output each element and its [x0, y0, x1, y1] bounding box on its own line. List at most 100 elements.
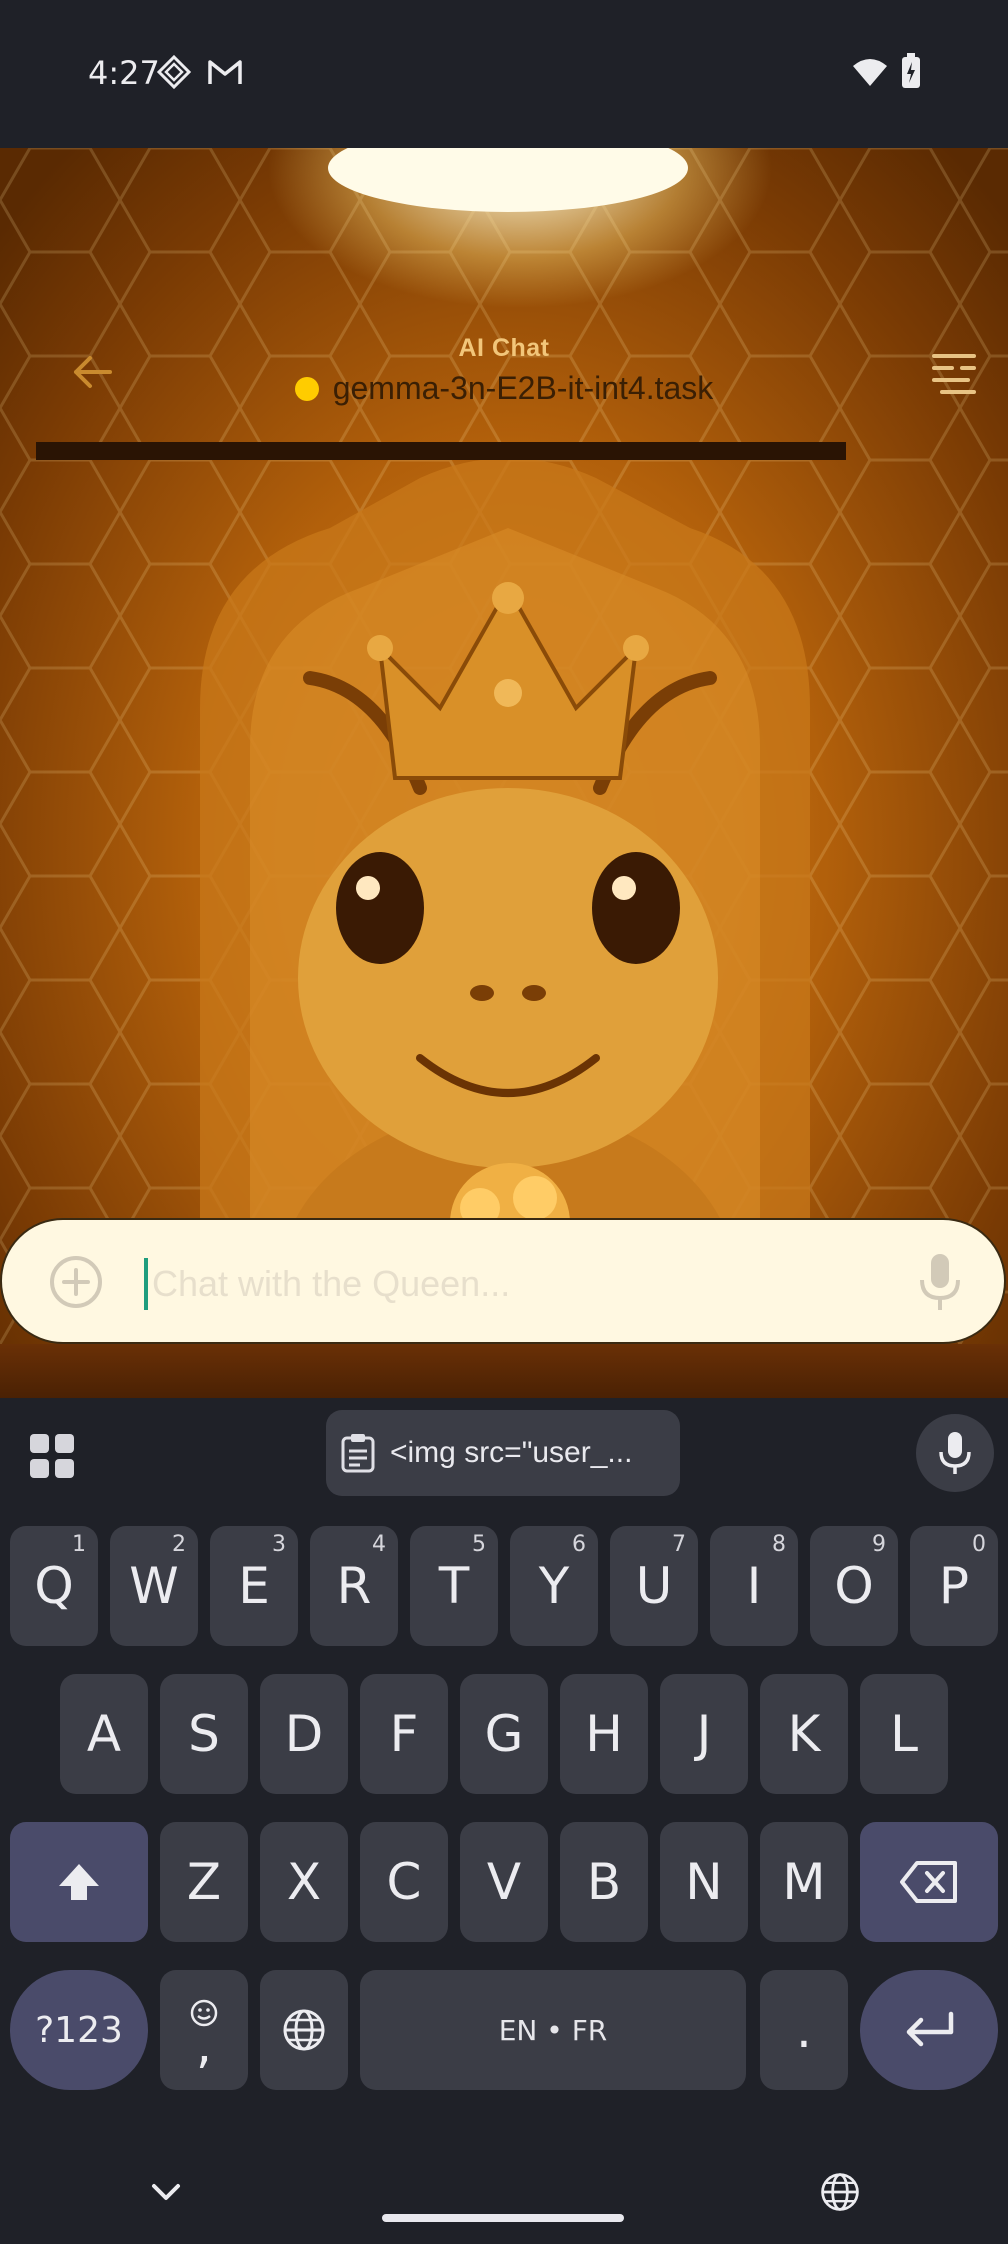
- battery-charging-icon: [900, 52, 922, 95]
- key-label: Z: [186, 1853, 222, 1911]
- key-e[interactable]: E3: [210, 1526, 298, 1646]
- key-s[interactable]: S: [160, 1674, 248, 1794]
- key-label: J: [696, 1705, 712, 1763]
- key-hint: 8: [772, 1532, 786, 1557]
- key-label: P: [938, 1557, 970, 1615]
- key-hint: 0: [972, 1532, 986, 1557]
- home-gesture-handle[interactable]: [382, 2214, 624, 2222]
- tune-settings-button[interactable]: [928, 346, 980, 398]
- key-k[interactable]: K: [760, 1674, 848, 1794]
- gmail-icon: [206, 54, 244, 95]
- key-label: S: [188, 1705, 220, 1763]
- on-screen-keyboard: <img src="user_... Q1 W2 E3 R4 T5 Y6 U7 …: [0, 1398, 1008, 2244]
- key-p[interactable]: P0: [910, 1526, 998, 1646]
- key-label: V: [486, 1853, 522, 1911]
- key-h[interactable]: H: [560, 1674, 648, 1794]
- key-z[interactable]: Z: [160, 1822, 248, 1942]
- model-selector[interactable]: gemma-3n-E2B-it-int4.task: [0, 370, 1008, 407]
- symbols-key[interactable]: ?123: [10, 1970, 148, 2090]
- key-l[interactable]: L: [860, 1674, 948, 1794]
- keyboard-apps-button[interactable]: [28, 1432, 76, 1480]
- key-label: R: [336, 1557, 372, 1615]
- key-y[interactable]: Y6: [510, 1526, 598, 1646]
- backspace-icon: [900, 1861, 957, 1903]
- text-cursor: [144, 1258, 148, 1310]
- voice-input-button[interactable]: [910, 1250, 970, 1314]
- key-hint: 5: [472, 1532, 486, 1557]
- key-hint: 3: [272, 1532, 286, 1557]
- grid-apps-icon: [30, 1434, 74, 1478]
- keyboard-voice-button[interactable]: [916, 1414, 994, 1492]
- wifi-icon: [852, 58, 888, 93]
- backspace-key[interactable]: [860, 1822, 998, 1942]
- globe-icon: [821, 2173, 859, 2211]
- key-r[interactable]: R4: [310, 1526, 398, 1646]
- background-bottom-strip: [0, 1344, 1008, 1398]
- microphone-icon: [939, 1432, 971, 1474]
- key-label: H: [585, 1705, 623, 1763]
- key-o[interactable]: O9: [810, 1526, 898, 1646]
- microphone-icon: [920, 1254, 960, 1310]
- chat-input[interactable]: [150, 1248, 894, 1320]
- key-hint: 7: [672, 1532, 686, 1557]
- key-hint: 9: [872, 1532, 886, 1557]
- key-label: ?123: [35, 2009, 123, 2051]
- key-f[interactable]: F: [360, 1674, 448, 1794]
- shift-key[interactable]: [10, 1822, 148, 1942]
- key-m[interactable]: M: [760, 1822, 848, 1942]
- key-label: C: [386, 1853, 422, 1911]
- comma-emoji-key[interactable]: ,: [160, 1970, 248, 2090]
- space-bar[interactable]: EN • FR: [360, 1970, 746, 2090]
- key-label: K: [787, 1705, 821, 1763]
- period-key[interactable]: .: [760, 1970, 848, 2090]
- key-c[interactable]: C: [360, 1822, 448, 1942]
- key-label: Y: [538, 1557, 570, 1615]
- key-q[interactable]: Q1: [10, 1526, 98, 1646]
- add-circle-icon: [50, 1256, 102, 1308]
- key-u[interactable]: U7: [610, 1526, 698, 1646]
- key-i[interactable]: I8: [710, 1526, 798, 1646]
- key-label: L: [890, 1705, 918, 1763]
- system-navigation-bar: [0, 2150, 1008, 2244]
- key-hint: 1: [72, 1532, 86, 1557]
- add-attachment-button[interactable]: [44, 1250, 108, 1314]
- loading-progress-bar: [36, 442, 846, 460]
- key-label: E: [238, 1557, 270, 1615]
- key-label: B: [586, 1853, 622, 1911]
- key-x[interactable]: X: [260, 1822, 348, 1942]
- clipboard-icon: [341, 1434, 375, 1473]
- model-status-dot: [294, 376, 319, 401]
- shift-arrow-icon: [59, 1864, 99, 1900]
- model-name: gemma-3n-E2B-it-int4.task: [332, 370, 714, 406]
- hide-keyboard-button[interactable]: [148, 2178, 184, 2213]
- space-bar-label: EN • FR: [498, 2013, 608, 2047]
- tune-settings-icon: [932, 354, 976, 394]
- key-j[interactable]: J: [660, 1674, 748, 1794]
- key-label: A: [86, 1705, 122, 1763]
- key-a[interactable]: A: [60, 1674, 148, 1794]
- key-label: U: [635, 1557, 673, 1615]
- ime-switcher-button[interactable]: [818, 2170, 862, 2219]
- key-label: G: [484, 1705, 524, 1763]
- key-hint: 2: [172, 1532, 186, 1557]
- vpn-diamond-icon: [156, 54, 192, 95]
- clipboard-suggestion-chip[interactable]: <img src="user_...: [326, 1410, 680, 1496]
- key-label: M: [782, 1853, 826, 1911]
- key-b[interactable]: B: [560, 1822, 648, 1942]
- key-hint: 4: [372, 1532, 386, 1557]
- key-d[interactable]: D: [260, 1674, 348, 1794]
- key-label: W: [129, 1557, 179, 1615]
- key-label: .: [796, 2001, 812, 2059]
- status-bar: 4:27: [0, 0, 1008, 148]
- status-time: 4:27: [88, 54, 160, 92]
- language-switch-key[interactable]: [260, 1970, 348, 2090]
- key-t[interactable]: T5: [410, 1526, 498, 1646]
- key-label: F: [389, 1705, 419, 1763]
- globe-icon: [283, 2009, 325, 2051]
- key-g[interactable]: G: [460, 1674, 548, 1794]
- key-v[interactable]: V: [460, 1822, 548, 1942]
- key-n[interactable]: N: [660, 1822, 748, 1942]
- key-w[interactable]: W2: [110, 1526, 198, 1646]
- enter-key[interactable]: [860, 1970, 998, 2090]
- key-label: X: [286, 1853, 322, 1911]
